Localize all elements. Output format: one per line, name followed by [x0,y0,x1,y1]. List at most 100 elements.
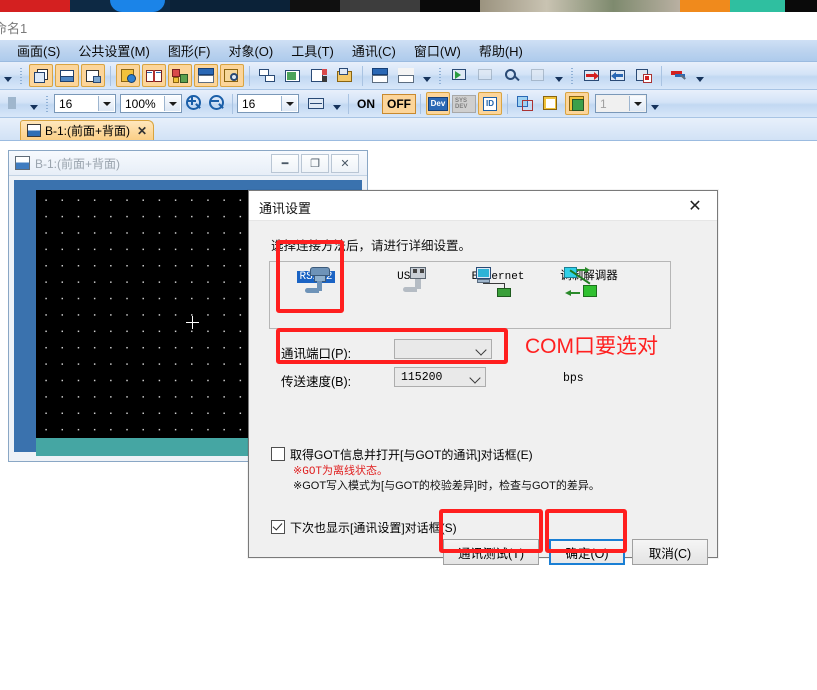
device-list-icon[interactable] [368,64,392,87]
checkbox-box[interactable] [271,447,285,461]
select-tool-icon[interactable] [1,92,25,115]
layer-front-icon[interactable] [513,92,537,115]
desktop-seg-orange [680,0,730,12]
mdi-title-label: B-1:(前面+背面) [35,156,121,171]
menu-screen[interactable]: 画面(S) [8,39,69,62]
menu-tool[interactable]: 工具(T) [282,39,343,62]
checkbox-got-info[interactable]: 取得GOT信息并打开[与GOT的通讯]对话框(E) [271,446,533,463]
dialog-hint: 选择连接方法后，请进行详细设置。 [271,239,472,253]
checkbox-got-label: 取得GOT信息并打开[与GOT的通讯]对话框(E) [290,448,533,462]
conn-rs232[interactable]: RS232 [274,266,358,326]
text-list-icon[interactable] [394,64,418,87]
desktop-seg-red [0,0,70,12]
toolbar2-overflow-icon-2[interactable] [649,94,660,114]
grid-style-icon[interactable] [304,92,328,115]
new-screen-icon[interactable] [29,64,53,87]
toolbar-grip[interactable] [18,66,25,86]
minimize-icon[interactable]: ━ [271,154,299,173]
verify-got-icon[interactable] [632,64,656,87]
toolbar2-divider [232,93,233,114]
zoom-out-icon[interactable] [206,93,227,114]
chevron-down-icon-3[interactable] [281,96,297,111]
data-browser-icon[interactable] [168,64,192,87]
chevron-down-icon[interactable] [477,344,486,353]
preview-icon[interactable] [220,64,244,87]
layer-both-icon[interactable] [565,92,589,115]
menu-help[interactable]: 帮助(H) [470,39,532,62]
grid-size-combo[interactable]: 16 [237,94,299,113]
mdi-tab-strip: B-1:(前面+背面) ✕ [0,118,817,141]
save-screen-icon[interactable] [81,64,105,87]
port-select[interactable] [394,339,492,359]
zoom-in-icon[interactable] [183,93,204,114]
import-screen-icon[interactable] [281,64,305,87]
sysdev-display-icon[interactable]: SYS DEV [452,92,476,115]
toolbar-grip-2[interactable] [437,66,444,86]
open-folder-icon[interactable] [333,64,357,87]
desktop-seg-gray [340,0,420,12]
simulate-stop-icon[interactable] [474,64,498,87]
read-from-got-icon[interactable] [606,64,630,87]
comm-settings-icon[interactable] [667,64,691,87]
tab-b1[interactable]: B-1:(前面+背面) ✕ [20,120,155,140]
toolbar-overflow-icon[interactable] [2,66,13,86]
state-on-button[interactable]: ON [353,95,379,113]
menu-object[interactable]: 对象(O) [219,39,282,62]
close-icon[interactable]: ✕ [137,124,147,138]
chevron-down-icon[interactable] [98,96,114,111]
open-screen-icon[interactable] [55,64,79,87]
project-info-icon[interactable] [116,64,140,87]
chevron-down-icon-4[interactable] [629,96,645,111]
toolbar-grip-3[interactable] [569,66,576,86]
chevron-down-icon-2[interactable] [471,372,480,381]
maximize-icon[interactable]: ❐ [301,154,329,173]
cancel-button[interactable]: 取消(C) [632,539,708,565]
library-icon[interactable] [142,64,166,87]
screen-properties-icon[interactable] [307,64,331,87]
speed-unit: bps [563,372,584,385]
simulate-start-icon[interactable] [448,64,472,87]
write-to-got-icon[interactable] [580,64,604,87]
toolbar-overflow-icon-2[interactable] [421,66,432,86]
toolbar-overflow-icon-3[interactable] [553,66,564,86]
note-got-offline: ※GOT为离线状态。 [293,466,389,478]
state-off-button[interactable]: OFF [382,93,416,114]
layer-number-combo[interactable]: 1 [595,94,647,113]
toolbar-overflow-icon-4[interactable] [694,66,705,86]
toolbar-secondary: 16 100% 16 ON OFF Dev SYS DEV ID 1 [0,90,817,118]
toolbar2-overflow-icon[interactable] [28,94,39,114]
font-size-combo[interactable]: 16 [54,94,116,113]
note-got-verify: ※GOT写入模式为[与GOT的校验差异]时，检查与GOT的差异。 [293,480,600,492]
checkbox-box-checked[interactable] [271,520,285,534]
conn-modem[interactable]: 调制解调器 [547,266,631,326]
toolbar2-grip[interactable] [44,94,51,114]
checkbox-show-next-time[interactable]: 下次也显示[通讯设置]对话框(S) [271,519,457,536]
simulate-option-icon[interactable] [526,64,550,87]
conn-usb[interactable]: USB [365,266,449,326]
menu-figure[interactable]: 图形(F) [159,39,220,62]
layer-back-icon[interactable] [539,92,563,115]
close-icon[interactable]: ✕ [673,191,717,220]
chevron-down-icon-2[interactable] [164,96,180,111]
grid-style-dropdown-icon[interactable] [331,94,342,114]
screen-icon [27,124,41,137]
close-icon[interactable]: ✕ [331,154,359,173]
menu-comm[interactable]: 通讯(C) [343,39,405,62]
conn-ethernet[interactable]: Ethernet [456,266,540,326]
device-display-icon[interactable]: Dev [426,92,450,115]
tab-label: B-1:(前面+背面) [45,124,131,138]
copy-screen-icon[interactable] [255,64,279,87]
desktop-seg-black2 [420,0,480,12]
simulate-settings-icon[interactable] [500,64,524,87]
ok-button[interactable]: 确定(O) [549,539,625,565]
zoom-combo[interactable]: 100% [120,94,182,113]
app-title-bar: 命名1 [0,12,817,41]
toolbar-primary [0,62,817,90]
object-id-icon[interactable]: ID [478,92,502,115]
speed-select[interactable]: 115200 [394,367,486,387]
menu-window[interactable]: 窗口(W) [405,39,470,62]
data-table-icon[interactable] [194,64,218,87]
comm-test-button[interactable]: 通讯测试(T) [443,539,539,565]
menu-common[interactable]: 公共设置(M) [69,39,159,62]
port-label: 通讯端口(P): [281,347,352,361]
